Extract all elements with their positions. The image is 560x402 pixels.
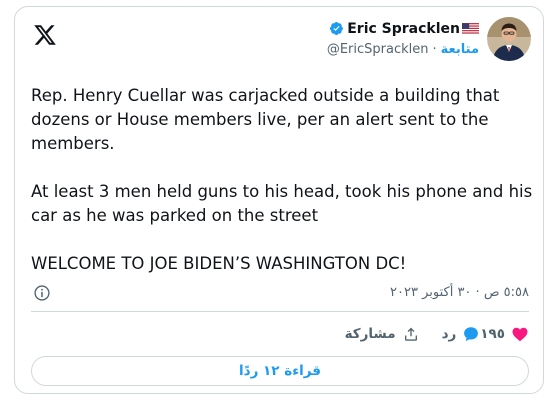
tweet-header: Eric Spracklen @EricSpracklen · متابعة xyxy=(327,17,531,61)
follow-link[interactable]: متابعة xyxy=(441,41,479,59)
like-count: ١٩٥ xyxy=(480,326,505,342)
handle-row: @EricSpracklen · متابعة xyxy=(327,41,479,59)
verified-badge-icon xyxy=(330,22,344,35)
share-label: مشاركة xyxy=(344,326,396,342)
reply-button[interactable]: رد xyxy=(442,325,481,343)
tweet-paragraph: WELCOME TO JOE BIDEN’S WASHINGTON DC! xyxy=(31,254,407,273)
tweet-card: Eric Spracklen @EricSpracklen · متابعة R… xyxy=(14,6,544,394)
tweet-paragraph: At least 3 men held guns to his head, to… xyxy=(31,182,533,225)
divider xyxy=(31,311,529,312)
reply-label: رد xyxy=(441,326,457,342)
like-button[interactable]: ١٩٥ xyxy=(480,325,529,343)
avatar[interactable] xyxy=(487,17,531,61)
author-handle[interactable]: @EricSpracklen xyxy=(327,41,429,59)
tweet-paragraph: Rep. Henry Cuellar was carjacked outside… xyxy=(31,86,500,153)
action-bar: ١٩٥ رد مشاركة xyxy=(323,323,529,345)
share-button[interactable]: مشاركة xyxy=(345,325,420,343)
tweet-text: Rep. Henry Cuellar was carjacked outside… xyxy=(31,84,535,276)
share-upload-icon xyxy=(404,327,417,341)
tweet-meta: ٥:٥٨ ص · ٣٠ أكتوبر ٢٠٢٣ xyxy=(31,283,529,305)
info-icon[interactable] xyxy=(33,284,51,302)
heart-icon xyxy=(512,327,528,342)
author-name-row[interactable]: Eric Spracklen xyxy=(329,20,479,38)
reply-bubble-icon xyxy=(464,327,479,342)
author-name[interactable]: Eric Spracklen xyxy=(347,20,460,38)
us-flag-icon xyxy=(462,23,479,34)
separator-dot: · xyxy=(432,41,437,57)
read-replies-button[interactable]: قراءة ١٢ ردًا xyxy=(31,356,529,386)
tweet-timestamp[interactable]: ٥:٥٨ ص · ٣٠ أكتوبر ٢٠٢٣ xyxy=(390,285,529,300)
x-logo-icon[interactable] xyxy=(33,23,57,47)
author-info: Eric Spracklen @EricSpracklen · متابعة xyxy=(327,20,479,59)
